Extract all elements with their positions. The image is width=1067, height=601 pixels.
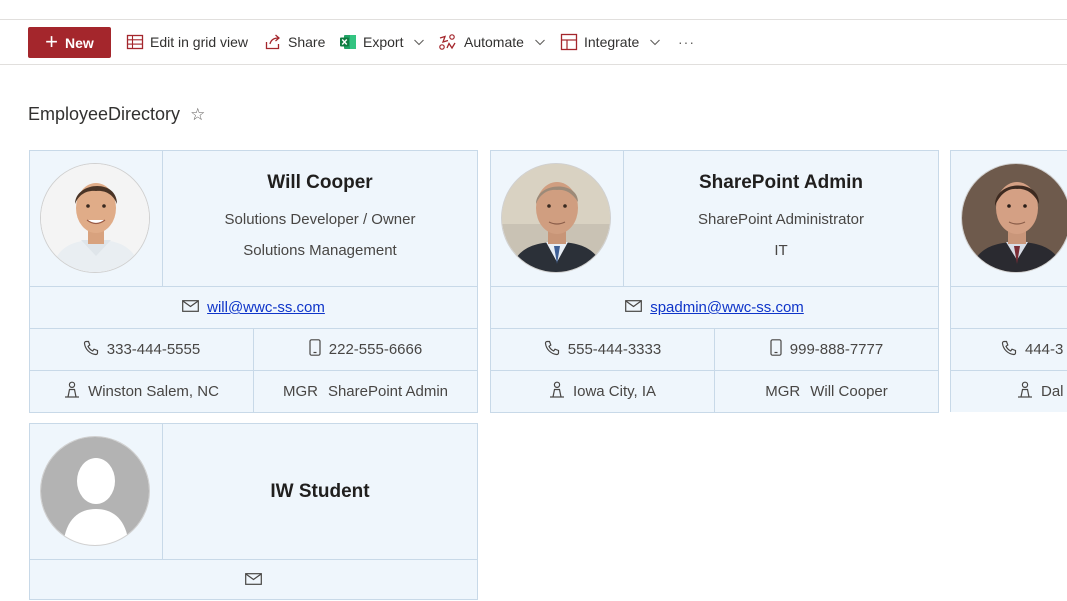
employee-location: Iowa City, IA <box>572 383 657 400</box>
location-person-icon <box>1017 381 1033 402</box>
avatar-placeholder-icon <box>40 436 150 546</box>
automate-icon <box>438 33 458 51</box>
edit-grid-view-label: Edit in grid view <box>150 34 249 50</box>
mail-icon <box>245 572 262 589</box>
employee-card[interactable]: 444-3 Dal <box>950 150 1067 412</box>
location-person-icon <box>64 381 80 402</box>
employee-manager: Will Cooper <box>810 383 888 400</box>
share-label: Share <box>288 34 326 50</box>
phone-icon <box>1001 340 1017 360</box>
star-icon[interactable]: ☆ <box>190 105 205 125</box>
page-title: EmployeeDirectory ☆ <box>28 104 205 125</box>
export-button[interactable]: Export <box>339 20 425 64</box>
phone-icon <box>544 340 560 360</box>
mobile-icon <box>309 339 321 360</box>
employee-name: IW Student <box>270 480 370 502</box>
chevron-down-icon <box>534 36 546 48</box>
export-label: Export <box>363 34 404 50</box>
manager-label: MGR <box>765 383 801 400</box>
automate-label: Automate <box>464 34 524 50</box>
employee-title: SharePoint Administrator <box>698 210 864 228</box>
mail-icon <box>625 299 643 316</box>
phone-icon <box>83 340 99 360</box>
excel-icon <box>339 33 357 51</box>
plus-icon: + <box>45 28 59 54</box>
employee-title: Solutions Developer / Owner <box>224 210 416 228</box>
employee-department: IT <box>774 241 788 259</box>
mail-icon <box>182 299 200 316</box>
new-button-label: New <box>65 34 94 51</box>
integrate-icon <box>560 33 578 51</box>
employee-mobile: 999-888-7777 <box>789 341 884 358</box>
location-person-icon <box>549 381 565 402</box>
chevron-down-icon <box>413 36 425 48</box>
employee-email-link[interactable]: will@wwc-ss.com <box>207 299 325 316</box>
integrate-label: Integrate <box>584 34 640 50</box>
chevron-down-icon <box>649 36 661 48</box>
automate-button[interactable]: Automate <box>438 20 546 64</box>
employee-email-link[interactable]: spadmin@wwc-ss.com <box>650 299 804 316</box>
share-icon <box>264 33 282 51</box>
employee-location: Dal <box>1041 383 1064 400</box>
employee-manager: SharePoint Admin <box>327 383 449 400</box>
manager-label: MGR <box>282 383 318 400</box>
new-button[interactable]: + New <box>28 27 111 58</box>
employee-phone: 555-444-3333 <box>567 341 662 358</box>
more-icon: ··· <box>678 34 695 50</box>
avatar <box>40 163 150 273</box>
grid-icon <box>126 33 144 51</box>
card-clip: 444-3 Dal <box>950 150 1067 412</box>
integrate-button[interactable]: Integrate <box>560 20 661 64</box>
list-title: EmployeeDirectory <box>28 104 181 124</box>
edit-grid-view-button[interactable]: Edit in grid view <box>126 20 248 64</box>
employee-name: SharePoint Admin <box>699 171 863 193</box>
employee-location: Winston Salem, NC <box>88 383 219 400</box>
employee-mobile: 222-555-6666 <box>328 341 423 358</box>
employee-phone: 333-444-5555 <box>106 341 201 358</box>
employee-name: Will Cooper <box>267 171 373 193</box>
avatar <box>961 163 1067 273</box>
more-options-button[interactable]: ··· <box>678 20 695 64</box>
employee-phone: 444-3 <box>1025 341 1064 358</box>
command-bar: + New Edit in grid view Share Export Aut… <box>0 20 1067 65</box>
employee-department: Solutions Management <box>243 241 397 259</box>
employee-card[interactable]: SharePoint Admin SharePoint Administrato… <box>490 150 939 413</box>
avatar <box>501 163 611 273</box>
mobile-icon <box>770 339 782 360</box>
employee-card[interactable]: Will Cooper Solutions Developer / Owner … <box>29 150 478 413</box>
share-button[interactable]: Share <box>264 20 325 64</box>
employee-card[interactable]: IW Student <box>29 423 478 600</box>
